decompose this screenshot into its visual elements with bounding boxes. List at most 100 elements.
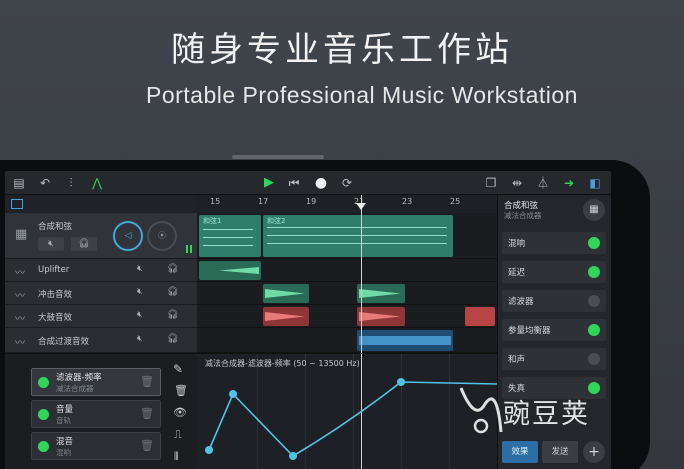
sidebar-icon[interactable]: ▤	[11, 175, 27, 191]
trash-tool-icon[interactable]: 🗑︎	[174, 384, 188, 397]
fx-toggle[interactable]	[588, 266, 600, 278]
fx-toggle[interactable]	[588, 295, 600, 307]
pan-knob[interactable]: ⦿	[147, 221, 177, 251]
track-header-uplifter[interactable]: 〰 Uplifter 🔇︎ 🎧︎	[5, 259, 197, 282]
automation-param-filter-freq[interactable]: 滤波器-频率 减法合成器 🗑︎	[31, 368, 161, 396]
play-icon[interactable]: ▶	[261, 175, 277, 191]
param-source: 音轨	[56, 416, 71, 425]
fx-chorus[interactable]: 和声	[502, 348, 606, 370]
ruler-mark: 17	[258, 197, 269, 206]
headphone-icon[interactable]: 🎧︎	[167, 287, 178, 297]
mixer-icon[interactable]: ⫶	[63, 175, 79, 191]
track-header-transition[interactable]: 〰 合成过渡音效 🔇︎ 🎧︎	[5, 328, 197, 353]
fx-reverb[interactable]: 混响	[502, 232, 606, 254]
mute-icon[interactable]: 🔇︎	[137, 264, 143, 274]
effects-tab-button[interactable]: 效果	[502, 441, 538, 463]
track-name: Uplifter	[38, 265, 70, 275]
fx-toggle[interactable]	[588, 324, 600, 336]
copy-icon[interactable]: ❐	[483, 175, 499, 191]
pencil-icon[interactable]: ✎	[173, 362, 183, 376]
send-tab-button[interactable]: 发送	[542, 441, 578, 463]
automation-point[interactable]	[229, 390, 237, 398]
playhead-marker[interactable]	[356, 203, 366, 210]
mute-icon[interactable]: 🔇︎	[137, 334, 143, 344]
automation-icon[interactable]: ⋀	[89, 175, 105, 191]
mute-button[interactable]: 🔇︎	[38, 237, 64, 251]
bars-icon[interactable]: ⫴	[174, 450, 179, 464]
mute-icon[interactable]: 🔇︎	[137, 310, 143, 320]
track-lane-uplifter[interactable]	[197, 259, 497, 282]
waveform	[359, 336, 451, 345]
volume-knob[interactable]: ◁	[113, 221, 143, 251]
fx-label: 参量均衡器	[508, 326, 551, 336]
track-name: 合成和弦	[38, 222, 73, 232]
headline-english: Portable Professional Music Workstation	[146, 82, 578, 108]
fx-parametric-eq[interactable]: 参量均衡器	[502, 319, 606, 341]
automation-param-volume[interactable]: 音量 音轨 🗑︎	[31, 400, 161, 428]
automation-curve[interactable]	[197, 354, 497, 469]
automation-editor: 滤波器-频率 减法合成器 🗑︎ 音量 音轨 🗑︎ 混音 混响 🗑︎ ✎ 🗑︎ 👁…	[5, 353, 497, 469]
split-icon[interactable]: ⇹	[509, 175, 525, 191]
track-lane-transition[interactable]	[197, 328, 497, 353]
eye-icon[interactable]: 👁︎	[173, 406, 187, 419]
ruler-mark: 25	[450, 197, 461, 206]
trash-icon[interactable]: 🗑︎	[140, 375, 154, 388]
audio-clip[interactable]	[357, 307, 405, 326]
waveform-icon: 〰	[15, 268, 25, 279]
fx-toggle[interactable]	[588, 353, 600, 365]
panel-icon[interactable]: ◧	[587, 175, 603, 191]
track-lane-impact[interactable]	[197, 282, 497, 305]
step-icon[interactable]: ⎍	[174, 428, 182, 442]
loop-icon[interactable]: ⟳	[339, 175, 355, 191]
audio-clip[interactable]	[263, 307, 309, 326]
track-header-impact[interactable]: 〰 冲击音效 🔇︎ 🎧︎	[5, 282, 197, 305]
track-header-kick[interactable]: 〰 大鼓音效 🔇︎ 🎧︎	[5, 305, 197, 328]
timeline-ruler[interactable]: 15 17 19 21 23 25	[197, 195, 497, 213]
ruler-mark: 15	[210, 197, 221, 206]
keyboard-icon[interactable]: ▦	[583, 199, 605, 221]
waveform	[219, 267, 259, 274]
trash-icon[interactable]: 🗑︎	[140, 407, 154, 420]
automation-lane[interactable]: 减法合成器-滤波器-频率 (50 ~ 13500 Hz)	[197, 354, 497, 469]
metronome-icon[interactable]: ⏃	[535, 175, 551, 191]
fx-filter[interactable]: 滤波器	[502, 290, 606, 312]
midi-clip[interactable]: 和弦1	[199, 215, 261, 257]
automation-point[interactable]	[205, 446, 213, 454]
headphone-icon[interactable]: 🎧︎	[167, 310, 178, 320]
track-lane-kick[interactable]	[197, 305, 497, 328]
automation-point[interactable]	[397, 378, 405, 386]
param-source: 减法合成器	[56, 384, 94, 393]
audio-clip[interactable]	[263, 284, 309, 303]
automation-param-mix[interactable]: 混音 混响 🗑︎	[31, 432, 161, 460]
trash-icon[interactable]: 🗑︎	[140, 439, 154, 452]
headphone-icon[interactable]: 🎧︎	[167, 264, 178, 274]
midi-clip[interactable]: 和弦2	[263, 215, 453, 257]
export-icon[interactable]: ➜	[561, 175, 577, 191]
headphone-button[interactable]: 🎧︎	[71, 237, 97, 251]
add-effect-button[interactable]: +	[583, 441, 605, 463]
track-header-synth-chord[interactable]: ▦ 合成和弦 🔇︎ 🎧︎ ◁ ⦿	[5, 213, 197, 259]
audio-clip[interactable]	[465, 307, 495, 326]
piano-icon: ▦	[15, 227, 28, 242]
param-active-dot	[38, 377, 49, 388]
audio-clip[interactable]	[357, 330, 453, 351]
track-list-icon[interactable]	[11, 199, 23, 209]
param-active-dot	[38, 441, 49, 452]
automation-point[interactable]	[289, 452, 297, 460]
audio-clip[interactable]	[199, 261, 261, 280]
waveform-icon: 〰	[15, 314, 25, 325]
phone-speaker	[232, 155, 324, 159]
undo-icon[interactable]: ↶	[37, 175, 53, 191]
fx-delay[interactable]: 延迟	[502, 261, 606, 283]
track-lane-synth-chord[interactable]: 和弦1 和弦2	[197, 213, 497, 259]
headphone-icon[interactable]: 🎧︎	[167, 334, 178, 344]
playhead[interactable]	[361, 195, 362, 353]
automation-title: 减法合成器-滤波器-频率 (50 ~ 13500 Hz)	[205, 359, 360, 368]
level-meter	[186, 245, 192, 253]
mute-icon[interactable]: 🔇︎	[137, 287, 143, 297]
audio-clip[interactable]	[357, 284, 405, 303]
record-icon[interactable]: ●	[313, 175, 329, 191]
ruler-mark: 19	[306, 197, 317, 206]
fx-toggle[interactable]	[588, 237, 600, 249]
skip-back-icon[interactable]: ⏮	[286, 175, 302, 191]
